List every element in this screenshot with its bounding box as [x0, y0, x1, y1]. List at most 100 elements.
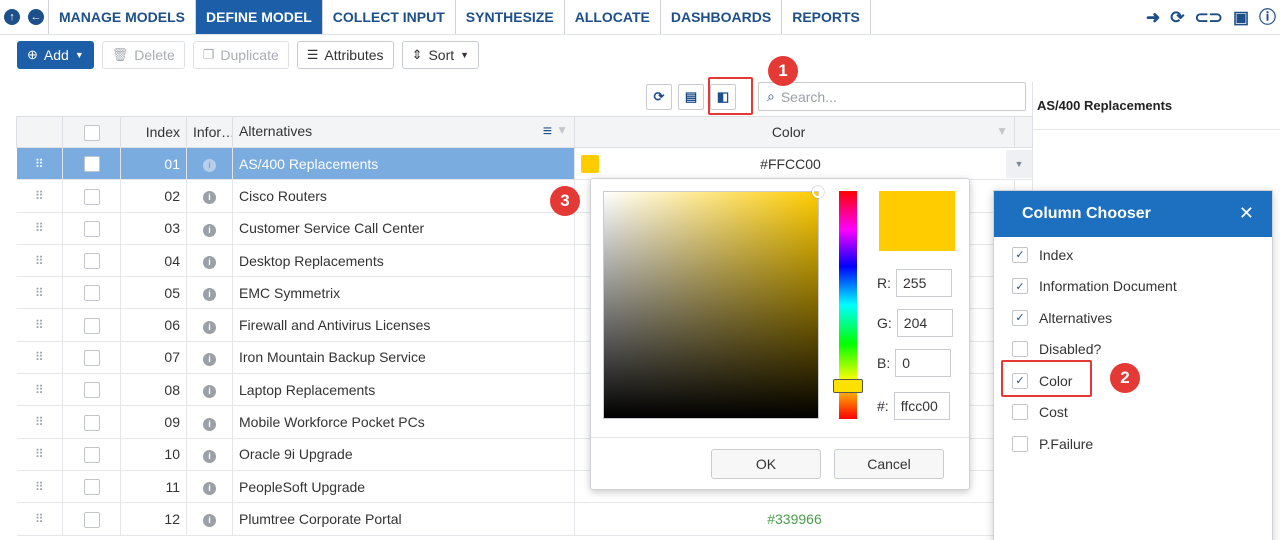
back-icon[interactable]: ←	[24, 0, 48, 34]
close-icon[interactable]: ✕	[1239, 203, 1254, 224]
refresh-grid-button[interactable]: ⟳	[646, 84, 672, 110]
alternative-name-cell[interactable]: Iron Mountain Backup Service	[232, 341, 575, 375]
info-icon[interactable]: i	[203, 449, 216, 463]
drag-handle-icon[interactable]: ⠿	[16, 502, 63, 536]
unchecked-checkbox[interactable]	[1012, 435, 1028, 452]
tab-define-model[interactable]: DEFINE MODEL	[196, 0, 323, 34]
tab-manage-models[interactable]: MANAGE MODELS	[48, 0, 196, 34]
alternative-name-cell[interactable]: Laptop Replacements	[232, 373, 575, 407]
chevron-down-icon[interactable]: ▼	[1006, 150, 1032, 178]
info-icon[interactable]: ⓘ	[1259, 9, 1276, 26]
drag-handle-icon[interactable]: ⠿	[16, 470, 63, 504]
cancel-button[interactable]: Cancel	[834, 449, 944, 479]
info-icon[interactable]: i	[203, 191, 216, 205]
row-checkbox[interactable]	[83, 350, 100, 367]
checked-checkbox[interactable]: ✓	[1012, 278, 1028, 295]
camera-icon[interactable]: ▣	[1233, 9, 1249, 26]
filter-icon[interactable]: ▼	[996, 124, 1008, 138]
red-field[interactable]: 255	[896, 269, 952, 297]
checked-checkbox[interactable]: ✓	[1012, 246, 1028, 263]
saturation-value-area[interactable]	[603, 186, 824, 419]
tab-reports[interactable]: REPORTS	[782, 0, 871, 34]
row-checkbox[interactable]	[83, 479, 100, 496]
row-checkbox[interactable]	[83, 317, 100, 334]
alternative-name-cell[interactable]: Cisco Routers	[232, 179, 575, 213]
alternative-name-cell[interactable]: EMC Symmetrix	[232, 276, 575, 310]
duplicate-button[interactable]: ❐ Duplicate	[192, 41, 289, 69]
drag-handle-icon[interactable]: ⠿	[16, 179, 63, 213]
alternative-name-cell[interactable]: Customer Service Call Center	[232, 212, 575, 245]
select-all-checkbox[interactable]	[83, 124, 100, 141]
alternative-name-cell[interactable]: Oracle 9i Upgrade	[232, 438, 575, 471]
alternative-name-cell[interactable]: PeopleSoft Upgrade	[232, 470, 575, 504]
unchecked-checkbox[interactable]	[1012, 341, 1028, 358]
drag-handle-icon[interactable]: ⠿	[16, 276, 63, 310]
info-icon[interactable]: i	[203, 352, 216, 366]
attributes-button[interactable]: ☰ Attributes	[296, 41, 394, 69]
column-chooser-item[interactable]: ✓ Alternatives	[994, 302, 1272, 334]
table-row[interactable]: ⠿ 01 i AS/400 Replacements #FFCC00 ▼	[16, 147, 1033, 181]
table-row[interactable]: ⠿ 12 i Plumtree Corporate Portal #339966	[16, 502, 1033, 536]
info-icon[interactable]: i	[203, 417, 216, 431]
sv-handle[interactable]	[812, 186, 824, 198]
color-header[interactable]: Color ▼	[574, 116, 1015, 148]
hex-field[interactable]: ffcc00	[893, 392, 950, 420]
hue-handle[interactable]	[833, 379, 863, 393]
drag-handle-icon[interactable]: ⠿	[16, 147, 63, 181]
collapse-up-icon[interactable]: ↑	[0, 0, 24, 34]
alternative-name-cell[interactable]: AS/400 Replacements	[232, 147, 575, 181]
drag-handle-icon[interactable]: ⠿	[16, 405, 63, 439]
unchecked-checkbox[interactable]	[1012, 404, 1028, 421]
info-header[interactable]: Infor…	[186, 116, 233, 148]
info-icon[interactable]: i	[203, 223, 216, 237]
row-checkbox[interactable]	[83, 285, 100, 302]
drag-handle-icon[interactable]: ⠿	[16, 341, 63, 375]
alternative-name-cell[interactable]: Firewall and Antivirus Licenses	[232, 308, 575, 342]
column-chooser-item[interactable]: P.Failure	[994, 428, 1272, 460]
row-checkbox[interactable]	[83, 446, 100, 463]
filter-icon[interactable]: ▼	[556, 123, 568, 137]
drag-handle-icon[interactable]: ⠿	[16, 244, 63, 278]
row-checkbox[interactable]	[83, 156, 100, 173]
blue-field[interactable]: 0	[895, 349, 952, 377]
row-checkbox[interactable]	[83, 511, 100, 528]
column-chooser-item[interactable]: ✓ Information Document	[994, 271, 1272, 303]
add-button[interactable]: ⊕ Add ▼	[17, 41, 94, 69]
export-grid-button[interactable]: ▤	[678, 84, 704, 110]
alternatives-header[interactable]: Alternatives ▼ ≡	[232, 116, 575, 148]
sort-button[interactable]: ⇕ Sort ▼	[401, 41, 480, 69]
tab-synthesize[interactable]: SYNTHESIZE	[456, 0, 565, 34]
row-checkbox[interactable]	[83, 188, 100, 205]
color-cell[interactable]: #FFCC00 ▼	[574, 147, 1033, 181]
tab-dashboards[interactable]: DASHBOARDS	[661, 0, 783, 34]
row-checkbox[interactable]	[83, 253, 100, 270]
info-icon[interactable]: i	[203, 320, 216, 334]
tab-collect-input[interactable]: COLLECT INPUT	[323, 0, 456, 34]
checked-checkbox[interactable]: ✓	[1012, 309, 1028, 326]
color-cell[interactable]: #339966	[574, 502, 1015, 536]
info-icon[interactable]: i	[203, 482, 216, 496]
drag-handle-icon[interactable]: ⠿	[16, 373, 63, 407]
menu-icon[interactable]: ≡	[543, 123, 552, 141]
alternative-name-cell[interactable]: Desktop Replacements	[232, 244, 575, 278]
delete-button[interactable]: 🗑 Delete	[101, 41, 185, 69]
info-icon[interactable]: i	[203, 514, 216, 528]
tab-allocate[interactable]: ALLOCATE	[565, 0, 661, 34]
refresh-icon[interactable]: ⟳	[1170, 9, 1184, 26]
drag-handle-icon[interactable]: ⠿	[16, 438, 63, 471]
hue-slider[interactable]	[833, 191, 863, 419]
info-icon[interactable]: i	[203, 256, 216, 270]
info-icon[interactable]: i	[203, 159, 216, 173]
column-chooser-item[interactable]: ✓ Index	[994, 239, 1272, 271]
search-input[interactable]: ⌕ Search...	[758, 82, 1026, 111]
link-icon[interactable]: ⊂⊃	[1194, 9, 1223, 26]
row-checkbox[interactable]	[83, 220, 100, 237]
drag-handle-icon[interactable]: ⠿	[16, 212, 63, 245]
ok-button[interactable]: OK	[711, 449, 821, 479]
export-icon[interactable]: ➜	[1146, 9, 1160, 26]
alternative-name-cell[interactable]: Mobile Workforce Pocket PCs	[232, 405, 575, 439]
info-icon[interactable]: i	[203, 288, 216, 302]
column-chooser-item[interactable]: Cost	[994, 397, 1272, 429]
green-field[interactable]: 204	[896, 309, 953, 337]
row-checkbox[interactable]	[83, 382, 100, 399]
